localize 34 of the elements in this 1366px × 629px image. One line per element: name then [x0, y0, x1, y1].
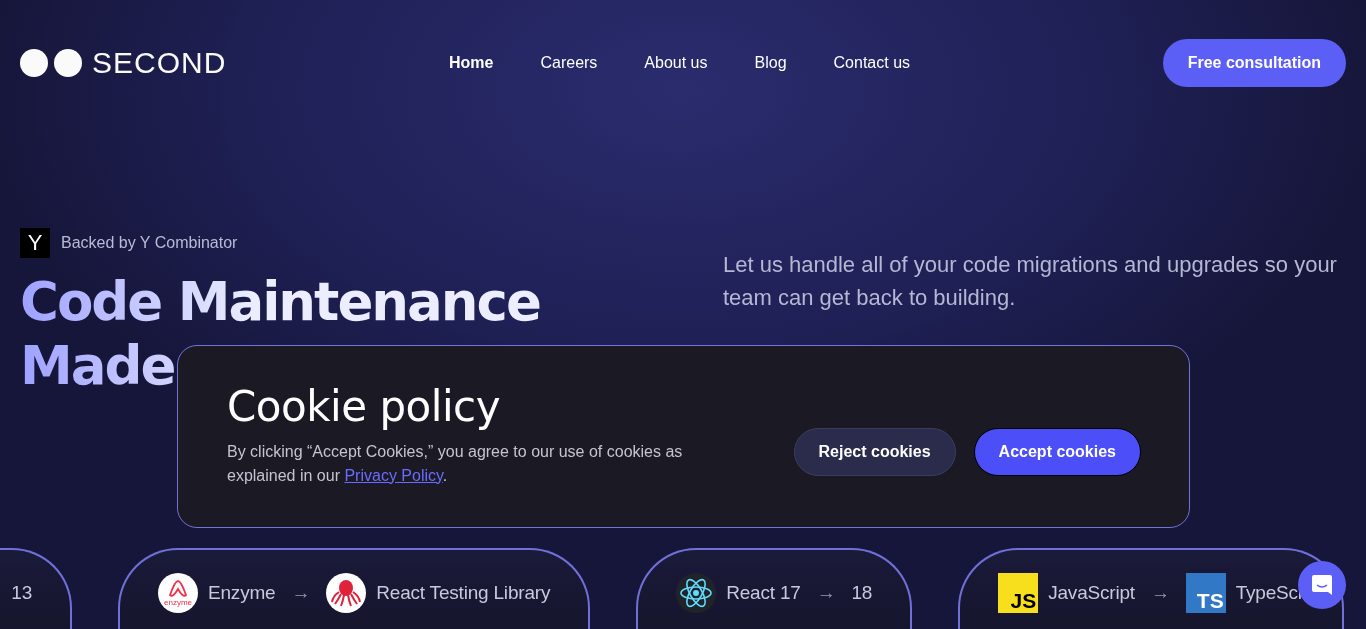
javascript-logo: JS [998, 573, 1039, 613]
chat-icon [1311, 574, 1333, 596]
octopus-logo [326, 573, 367, 613]
technology-name: 13 [11, 581, 32, 605]
y-combinator-logo: Y [20, 228, 50, 258]
cookie-title: Cookie policy [227, 385, 502, 428]
technology-name: React Testing Library [376, 581, 551, 605]
atom-logo [676, 573, 717, 613]
nav-link[interactable]: Careers [540, 54, 598, 72]
logo-text: SECOND [92, 46, 227, 80]
free-consultation-button[interactable]: Free consultation [1162, 39, 1346, 87]
privacy-policy-link[interactable]: Privacy Policy [344, 466, 443, 484]
technology-name: TypeScr [1235, 581, 1304, 605]
logo-icon [20, 49, 82, 77]
cookie-text: By clicking “Accept Cookies,” you agree to our use of cookies as explained in our Privacy Policy. [227, 441, 684, 486]
technology-name: JavaScript [1048, 581, 1135, 605]
typescript-logo: TS [1185, 573, 1226, 613]
nav-link[interactable]: Home [449, 54, 494, 72]
nav-link[interactable]: Contact us [833, 54, 911, 72]
arrow-icon: → [1150, 580, 1170, 606]
hero-subtitle: Let us handle all of your code migrations and upgrades so your team can get back to building. [723, 251, 1338, 312]
enzyme-logo: enzyme [158, 573, 198, 613]
arrow-icon: → [816, 580, 836, 606]
hero-title: Made [20, 334, 175, 398]
reject-cookies-button[interactable]: Reject cookies [793, 427, 956, 476]
arrow-icon: → [291, 580, 311, 606]
hero-title: Code Maintenance [20, 270, 540, 334]
nav-link[interactable]: About us [644, 54, 708, 72]
nav-link[interactable]: Blog [754, 54, 787, 72]
backed-by-text: Backed by Y Combinator [61, 234, 238, 252]
accept-cookies-button[interactable]: Accept cookies [973, 427, 1141, 476]
technology-name: 18 [851, 581, 873, 605]
technology-name: React 17 [726, 581, 801, 605]
technology-name: Enzyme [208, 581, 276, 605]
